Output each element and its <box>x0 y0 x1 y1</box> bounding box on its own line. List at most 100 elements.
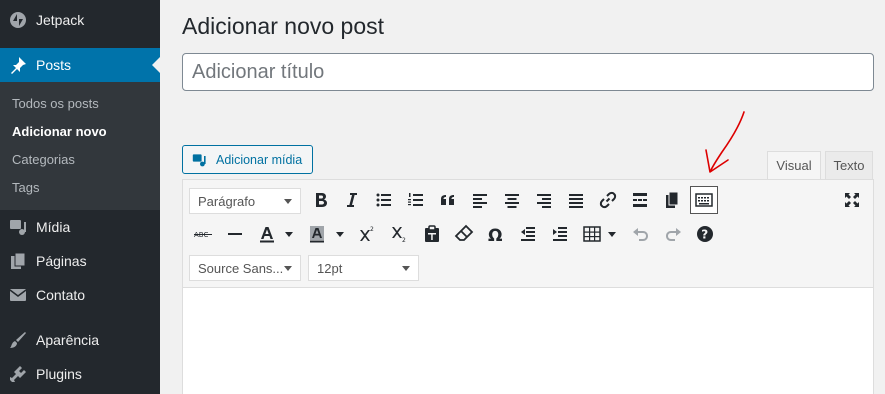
undo-icon <box>633 228 648 241</box>
page-break-icon <box>666 191 679 208</box>
quote-icon <box>441 195 454 205</box>
sidebar-item-posts[interactable]: Posts <box>0 48 160 82</box>
font-size-select[interactable]: 12pt <box>308 255 419 281</box>
svg-text:?: ? <box>701 228 708 242</box>
strikethrough-button[interactable]: ABC <box>189 220 217 248</box>
post-title-input[interactable] <box>182 53 874 91</box>
help-button[interactable]: ? <box>691 220 719 248</box>
jetpack-icon <box>0 10 36 30</box>
text-color-button[interactable] <box>253 220 281 248</box>
chevron-down-icon <box>402 266 410 271</box>
chevron-down-icon <box>284 266 292 271</box>
background-color-button[interactable] <box>303 220 331 248</box>
table-icon <box>583 226 601 242</box>
paste-as-text-button[interactable] <box>418 220 446 248</box>
font-family-value: Source Sans... <box>198 260 284 276</box>
active-indicator <box>152 57 160 73</box>
numbered-list-button[interactable] <box>402 186 430 214</box>
svg-text:2: 2 <box>402 237 406 244</box>
add-media-button[interactable]: Adicionar mídia <box>182 145 313 174</box>
svg-text:Ω: Ω <box>488 226 502 244</box>
fullscreen-icon <box>845 193 859 207</box>
sidebar-item-media[interactable]: Mídia <box>0 210 160 244</box>
format-select[interactable]: Parágrafo <box>189 188 301 214</box>
background-color-icon <box>310 226 324 243</box>
blockquote-button[interactable] <box>434 186 462 214</box>
redo-button[interactable] <box>659 220 687 248</box>
format-select-value: Parágrafo <box>198 193 256 209</box>
align-left-icon <box>473 194 487 208</box>
sidebar-item-label: Jetpack <box>36 12 85 28</box>
italic-button[interactable] <box>338 186 366 214</box>
sidebar-item-plugins[interactable]: Plugins <box>0 357 160 391</box>
sidebar-item-label: Páginas <box>36 253 87 269</box>
sidebar-item-pages[interactable]: Páginas <box>0 244 160 278</box>
chevron-down-icon[interactable] <box>285 232 293 237</box>
superscript-icon: 2 <box>360 226 374 241</box>
sidebar-item-label: Plugins <box>36 366 82 382</box>
strikethrough-icon: ABC <box>194 231 212 239</box>
bold-button[interactable] <box>307 186 335 214</box>
sidebar-item-label: Posts <box>36 57 72 73</box>
numbered-list-icon <box>408 193 423 206</box>
submenu-item-add-new[interactable]: Adicionar novo <box>12 124 107 139</box>
superscript-button[interactable]: 2 <box>353 220 381 248</box>
clear-formatting-button[interactable] <box>450 220 478 248</box>
link-icon <box>599 191 617 209</box>
align-right-icon <box>537 194 551 208</box>
align-center-button[interactable] <box>498 186 526 214</box>
keyboard-icon <box>695 193 713 207</box>
bold-icon <box>316 193 327 207</box>
tab-text[interactable]: Texto <box>825 151 873 180</box>
add-media-label: Adicionar mídia <box>216 152 303 167</box>
media-icon <box>0 217 36 237</box>
fullscreen-button[interactable] <box>838 186 866 214</box>
chevron-down-icon[interactable] <box>336 232 344 237</box>
read-more-button[interactable] <box>626 186 654 214</box>
redo-icon <box>666 228 681 241</box>
toolbar-toggle-button[interactable] <box>690 186 718 214</box>
posts-submenu: Todos os posts Adicionar novo Categorias… <box>0 82 160 210</box>
font-size-value: 12pt <box>317 260 343 276</box>
sidebar-item-appearance[interactable]: Aparência <box>0 323 160 357</box>
clipboard-icon <box>425 225 439 242</box>
page-break-button[interactable] <box>658 186 686 214</box>
envelope-icon <box>0 285 36 305</box>
pushpin-icon <box>0 55 36 75</box>
outdent-button[interactable] <box>514 220 542 248</box>
sidebar-item-label: Contato <box>36 287 86 303</box>
submenu-item-tags[interactable]: Tags <box>12 180 39 195</box>
justify-button[interactable] <box>562 186 590 214</box>
classic-editor: Parágrafo 2 2 Ω ? Source Sans... 12pt <box>182 179 874 394</box>
align-right-button[interactable] <box>530 186 558 214</box>
subscript-button[interactable]: 2 <box>385 220 413 248</box>
subscript-icon: 2 <box>392 227 406 244</box>
omega-icon: Ω <box>488 226 502 244</box>
font-family-select[interactable]: Source Sans... <box>189 255 301 281</box>
indent-button[interactable] <box>546 220 574 248</box>
annotation-arrow-icon <box>705 111 745 173</box>
horizontal-line-button[interactable] <box>221 220 249 248</box>
read-more-icon <box>633 193 647 207</box>
sidebar-item-contact[interactable]: Contato <box>0 278 160 312</box>
sidebar-item-jetpack[interactable]: Jetpack <box>0 0 160 40</box>
brush-icon <box>0 330 36 350</box>
submenu-item-categories[interactable]: Categorias <box>12 152 75 167</box>
submenu-item-all-posts[interactable]: Todos os posts <box>12 96 99 111</box>
table-button[interactable] <box>578 220 606 248</box>
eraser-icon <box>454 224 474 241</box>
align-left-button[interactable] <box>466 186 494 214</box>
bullet-list-button[interactable] <box>370 186 398 214</box>
help-icon: ? <box>697 226 713 242</box>
pages-icon <box>0 251 36 271</box>
svg-text:2: 2 <box>370 226 374 233</box>
horizontal-line-icon <box>228 233 242 235</box>
admin-sidebar: Jetpack Posts Todos os posts Adicionar n… <box>0 0 160 394</box>
tab-visual[interactable]: Visual <box>767 151 821 180</box>
editor-toolbar: Parágrafo 2 2 Ω ? Source Sans... 12pt <box>183 180 873 288</box>
insert-link-button[interactable] <box>594 186 622 214</box>
special-character-button[interactable]: Ω <box>482 220 510 248</box>
sidebar-item-label: Aparência <box>36 332 100 348</box>
chevron-down-icon[interactable] <box>608 232 616 237</box>
undo-button[interactable] <box>627 220 655 248</box>
